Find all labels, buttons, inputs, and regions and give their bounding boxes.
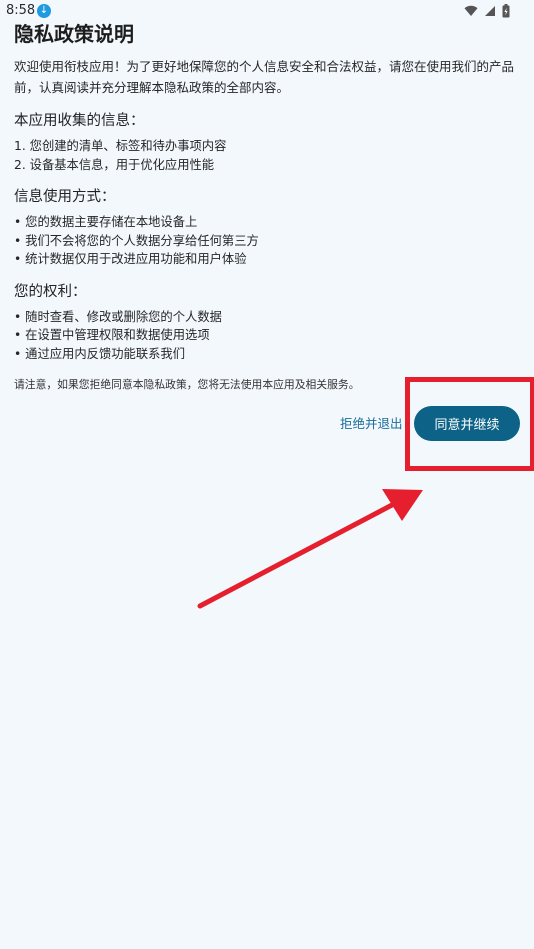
annotation-arrow-icon xyxy=(197,489,423,609)
